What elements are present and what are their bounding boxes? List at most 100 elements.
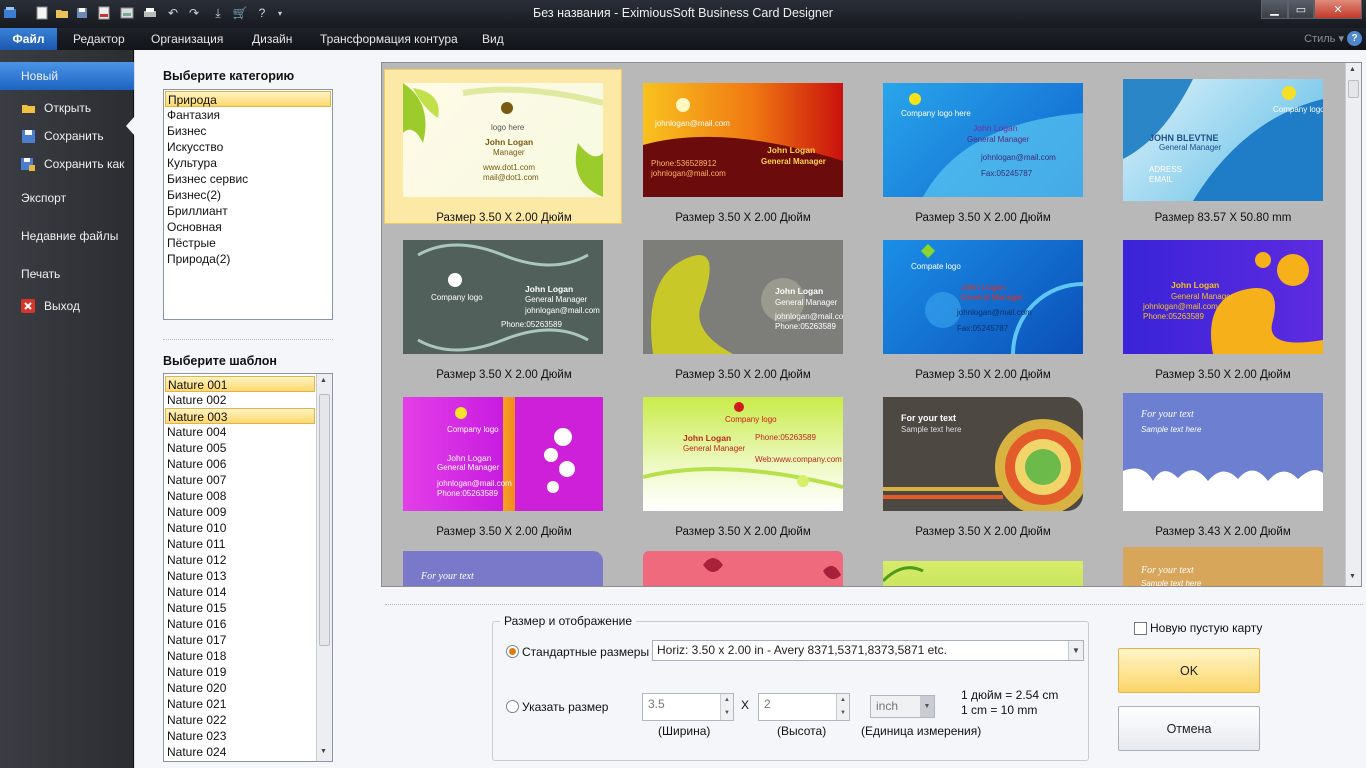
template-item[interactable]: Nature 002 xyxy=(165,392,226,408)
category-item[interactable]: Основная xyxy=(165,219,222,235)
standard-size-radio[interactable] xyxy=(506,645,519,658)
card-thumbnail[interactable]: Company logo John Logan General Manager … xyxy=(403,397,603,511)
card-thumbnail[interactable]: Company logo here John Logan General Man… xyxy=(883,83,1083,197)
standard-size-select[interactable]: Horiz: 3.50 x 2.00 in - Avery 8371,5371,… xyxy=(652,640,1084,661)
category-item[interactable]: Бриллиант xyxy=(165,203,228,219)
template-item[interactable]: Nature 013 xyxy=(165,568,226,584)
custom-size-label[interactable]: Указать размер xyxy=(522,700,608,714)
template-item[interactable]: Nature 019 xyxy=(165,664,226,680)
card-thumbnail[interactable]: John Logan General Manager johnlogan@mai… xyxy=(1123,240,1323,354)
template-item[interactable]: Nature 024 xyxy=(165,744,226,760)
template-item[interactable]: Nature 007 xyxy=(165,472,226,488)
standard-size-label[interactable]: Стандартные размеры xyxy=(522,645,649,659)
template-item[interactable]: Nature 003 xyxy=(165,408,315,424)
card-thumbnail[interactable]: logo here John Logan Manager www.dot1.co… xyxy=(403,83,603,197)
category-list[interactable]: Природа Фантазия Бизнес Искусство Культу… xyxy=(163,89,333,320)
card-thumbnail[interactable]: Company logo John Logan General Manager … xyxy=(643,397,843,511)
gallery-scrollbar[interactable]: ▲ ▼ xyxy=(1345,63,1361,586)
card-thumbnail[interactable]: John Logan General Manager johnlogan@mai… xyxy=(643,240,843,354)
template-item[interactable]: Nature 009 xyxy=(165,504,226,520)
height-input[interactable]: 2 ▲ ▼ xyxy=(758,693,850,721)
category-item[interactable]: Пёстрые xyxy=(165,235,216,251)
category-item[interactable]: Природа(2) xyxy=(165,251,230,267)
category-item[interactable]: Бизнес xyxy=(165,123,206,139)
chevron-down-icon[interactable]: ▼ xyxy=(1068,641,1083,660)
scroll-thumb[interactable] xyxy=(319,394,330,646)
menu-save[interactable]: Сохранить xyxy=(0,122,134,150)
template-item[interactable]: Nature 022 xyxy=(165,712,226,728)
menu-export[interactable]: Экспорт xyxy=(0,184,134,212)
divider xyxy=(385,604,1363,605)
chevron-down-icon[interactable]: ▼ xyxy=(920,696,934,717)
width-stepper[interactable]: ▲ ▼ xyxy=(720,694,733,720)
category-item[interactable]: Фантазия xyxy=(165,107,220,123)
card-thumbnail[interactable]: For your text xyxy=(403,551,603,586)
template-scrollbar[interactable]: ▲ ▼ xyxy=(316,374,332,761)
tab-design[interactable]: Дизайн xyxy=(242,28,302,50)
scroll-up-icon[interactable]: ▲ xyxy=(320,377,327,384)
template-item[interactable]: Nature 016 xyxy=(165,616,226,632)
template-item[interactable]: Nature 010 xyxy=(165,520,226,536)
template-item[interactable]: Nature 011 xyxy=(165,536,225,552)
category-item[interactable]: Бизнес сервис xyxy=(165,171,248,187)
card-thumbnail[interactable] xyxy=(643,551,843,586)
template-item[interactable]: Nature 004 xyxy=(165,424,226,440)
scroll-thumb[interactable] xyxy=(1348,80,1359,98)
template-item[interactable]: Nature 021 xyxy=(165,696,226,712)
ribbon-help-icon[interactable]: ? xyxy=(1347,31,1362,46)
menu-print[interactable]: Печать xyxy=(0,260,134,288)
template-item[interactable]: Nature 014 xyxy=(165,584,226,600)
category-item[interactable]: Культура xyxy=(165,155,217,171)
menu-recent-files[interactable]: Недавние файлы xyxy=(0,222,134,250)
template-item[interactable]: Nature 020 xyxy=(165,680,226,696)
width-input[interactable]: 3.5 ▲ ▼ xyxy=(642,693,734,721)
unit-select[interactable]: inch ▼ xyxy=(870,695,935,718)
template-item[interactable]: Nature 018 xyxy=(165,648,226,664)
card-thumbnail[interactable] xyxy=(883,561,1083,586)
card-thumbnail[interactable]: For your text Sample text here xyxy=(883,397,1083,511)
menu-open[interactable]: Открыть xyxy=(0,94,134,122)
scroll-up-icon[interactable]: ▲ xyxy=(1349,66,1356,73)
template-item[interactable]: Nature 015 xyxy=(165,600,226,616)
card-thumbnail[interactable]: Company logo John Logan General Manager … xyxy=(403,240,603,354)
template-item[interactable]: Nature 001 xyxy=(165,376,315,392)
card-thumbnail[interactable]: For your text Sample text here xyxy=(1123,547,1323,586)
minimize-button[interactable]: ▁ xyxy=(1261,0,1288,19)
scroll-down-icon[interactable]: ▼ xyxy=(1349,573,1356,580)
card-thumbnail[interactable]: johnlogan@mail.com John Logan General Ma… xyxy=(643,83,843,197)
tab-editor[interactable]: Редактор xyxy=(63,28,135,50)
template-item[interactable]: Nature 012 xyxy=(165,552,226,568)
maximize-button[interactable]: ▭ xyxy=(1288,0,1314,19)
menu-new[interactable]: Новый xyxy=(0,62,134,90)
custom-size-radio[interactable] xyxy=(506,700,519,713)
template-gallery[interactable]: logo here John Logan Manager www.dot1.co… xyxy=(381,62,1362,587)
template-item[interactable]: Nature 023 xyxy=(165,728,226,744)
new-blank-card-checkbox[interactable] xyxy=(1134,622,1147,635)
tab-file[interactable]: Файл xyxy=(0,28,57,50)
tab-organization[interactable]: Организация xyxy=(141,28,233,50)
folder-open-icon xyxy=(20,100,36,116)
menu-save-as[interactable]: Сохранить как xyxy=(0,150,134,178)
template-item[interactable]: Nature 005 xyxy=(165,440,226,456)
height-stepper[interactable]: ▲ ▼ xyxy=(836,694,849,720)
category-item[interactable]: Искусство xyxy=(165,139,223,155)
ok-button[interactable]: OK xyxy=(1118,648,1260,693)
close-button[interactable]: ✕ xyxy=(1314,0,1362,19)
tab-view[interactable]: Вид xyxy=(472,28,514,50)
template-item[interactable]: Nature 006 xyxy=(165,456,226,472)
card-thumbnail[interactable]: Company logo here JOHN BLEVTNE General M… xyxy=(1123,79,1323,201)
menu-exit[interactable]: Выход xyxy=(0,292,134,320)
template-item[interactable]: Nature 008 xyxy=(165,488,226,504)
template-item[interactable]: Nature 017 xyxy=(165,632,226,648)
category-item[interactable]: Бизнес(2) xyxy=(165,187,221,203)
card-thumbnail[interactable]: Compate logo John Logan General Manager … xyxy=(883,240,1083,354)
category-item[interactable]: Природа xyxy=(165,91,331,107)
new-blank-card-label[interactable]: Новую пустую карту xyxy=(1150,621,1262,635)
style-menu[interactable]: Стиль ▾ xyxy=(1304,32,1344,45)
exit-icon xyxy=(20,298,36,314)
tab-path-transform[interactable]: Трансформация контура xyxy=(310,28,468,50)
scroll-down-icon[interactable]: ▼ xyxy=(320,748,327,755)
cancel-button[interactable]: Отмена xyxy=(1118,706,1260,751)
template-list[interactable]: Nature 001 Nature 002 Nature 003 Nature … xyxy=(163,373,333,762)
card-thumbnail[interactable]: For your text Sample text here xyxy=(1123,393,1323,511)
